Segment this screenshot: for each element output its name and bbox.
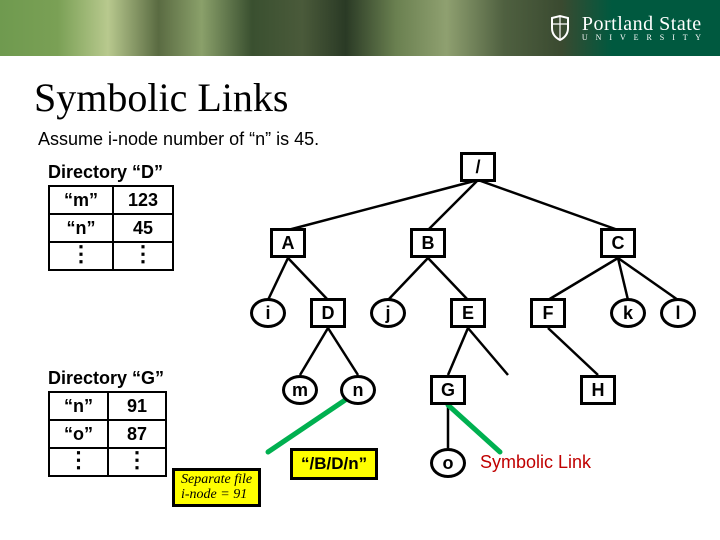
dir-entry-inode: 45 [113, 214, 173, 242]
tree-file-l: l [660, 298, 696, 328]
brand-name: Portland State [582, 14, 704, 34]
directory-g-table: “n” 91 “o” 87 ⋮ ⋮ [48, 391, 167, 477]
tree-dir-e: E [450, 298, 486, 328]
brand-sub: U N I V E R S I T Y [582, 34, 704, 42]
tree-root: / [460, 152, 496, 182]
symlink-content-box: “/B/D/n” [290, 448, 378, 480]
dir-entry-name: “m” [49, 186, 113, 214]
filesystem-tree: / A B C i D j E F k l m n G H o “/B/D/n”… [220, 150, 710, 490]
directory-d-label: Directory “D” [48, 162, 174, 183]
dir-entry-name: “n” [49, 214, 113, 242]
assumption-text: Assume i-node number of “n” is 45. [38, 129, 720, 150]
tree-file-j: j [370, 298, 406, 328]
table-row: “o” 87 [49, 420, 166, 448]
dir-entry-inode: 123 [113, 186, 173, 214]
directory-d-block: Directory “D” “m” 123 “n” 45 ⋮ ⋮ [24, 162, 174, 271]
tree-dir-b: B [410, 228, 446, 258]
tree-file-n: n [340, 375, 376, 405]
dir-entry-inode: 87 [108, 420, 166, 448]
tree-file-o: o [430, 448, 466, 478]
tree-file-m: m [282, 375, 318, 405]
slide-title: Symbolic Links [34, 74, 720, 121]
tree-dir-a: A [270, 228, 306, 258]
directory-g-label: Directory “G” [48, 368, 167, 389]
tree-dir-d: D [310, 298, 346, 328]
tree-dir-c: C [600, 228, 636, 258]
table-row: “n” 91 [49, 392, 166, 420]
tree-dir-g: G [430, 375, 466, 405]
separate-file-note: Separate file i-node = 91 [172, 468, 261, 507]
ellipsis-icon: ⋮ [108, 448, 166, 476]
separate-file-line1: Separate file [181, 472, 252, 487]
table-row: ⋮ ⋮ [49, 448, 166, 476]
directory-g-block: Directory “G” “n” 91 “o” 87 ⋮ ⋮ [24, 368, 167, 477]
symbolic-link-label: Symbolic Link [480, 452, 591, 473]
psu-logo-icon [546, 14, 574, 42]
table-row: “n” 45 [49, 214, 173, 242]
header-banner: Portland State U N I V E R S I T Y [0, 0, 720, 56]
tree-dir-h: H [580, 375, 616, 405]
tree-file-i: i [250, 298, 286, 328]
tree-file-k: k [610, 298, 646, 328]
ellipsis-icon: ⋮ [49, 448, 108, 476]
tree-dir-f: F [530, 298, 566, 328]
dir-entry-name: “o” [49, 420, 108, 448]
table-row: “m” 123 [49, 186, 173, 214]
table-row: ⋮ ⋮ [49, 242, 173, 270]
university-brand: Portland State U N I V E R S I T Y [546, 14, 704, 42]
dir-entry-inode: 91 [108, 392, 166, 420]
dir-entry-name: “n” [49, 392, 108, 420]
separate-file-line2: i-node = 91 [181, 487, 247, 502]
ellipsis-icon: ⋮ [49, 242, 113, 270]
ellipsis-icon: ⋮ [113, 242, 173, 270]
directory-d-table: “m” 123 “n” 45 ⋮ ⋮ [48, 185, 174, 271]
